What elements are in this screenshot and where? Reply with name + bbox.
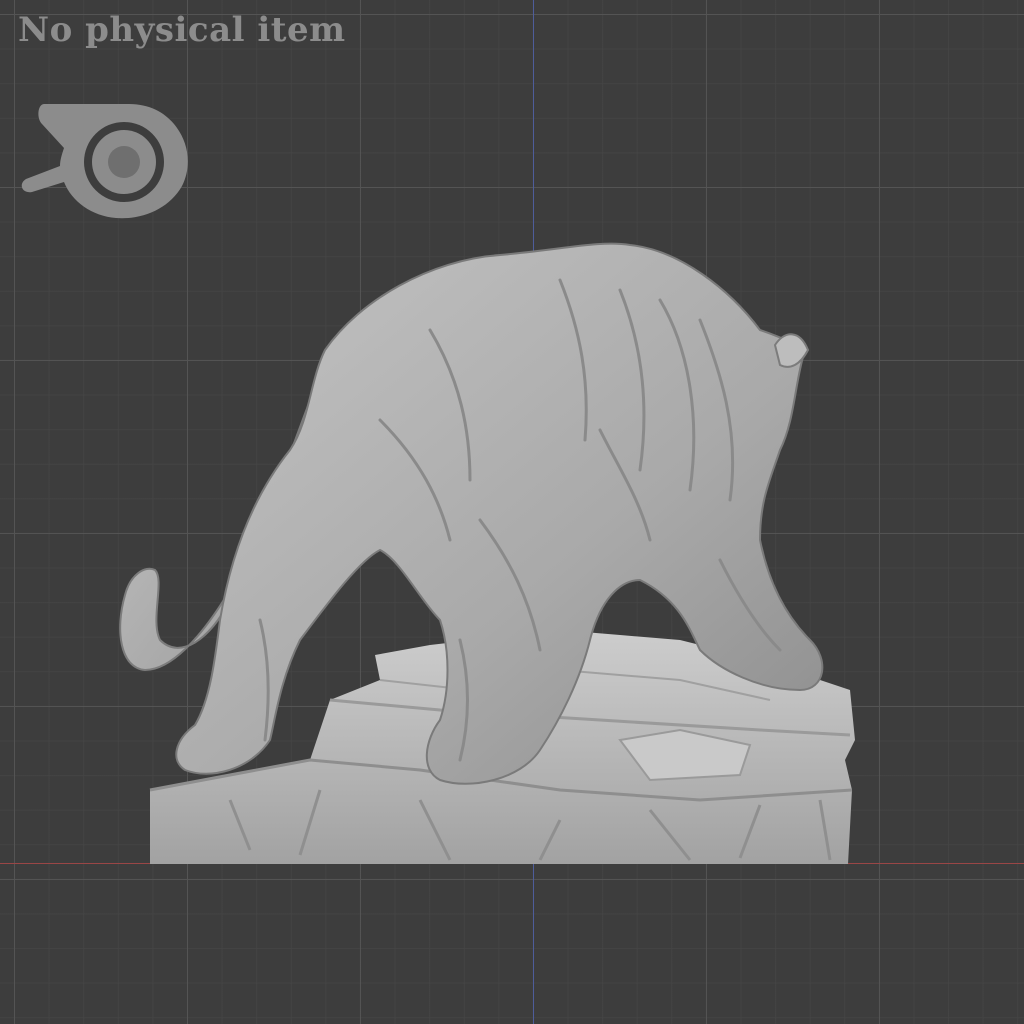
watermark-text: No physical item — [18, 10, 346, 50]
blender-logo-icon — [21, 104, 188, 219]
panther-ear — [773, 333, 810, 368]
3d-viewport[interactable]: No physical item — [0, 0, 1024, 1024]
